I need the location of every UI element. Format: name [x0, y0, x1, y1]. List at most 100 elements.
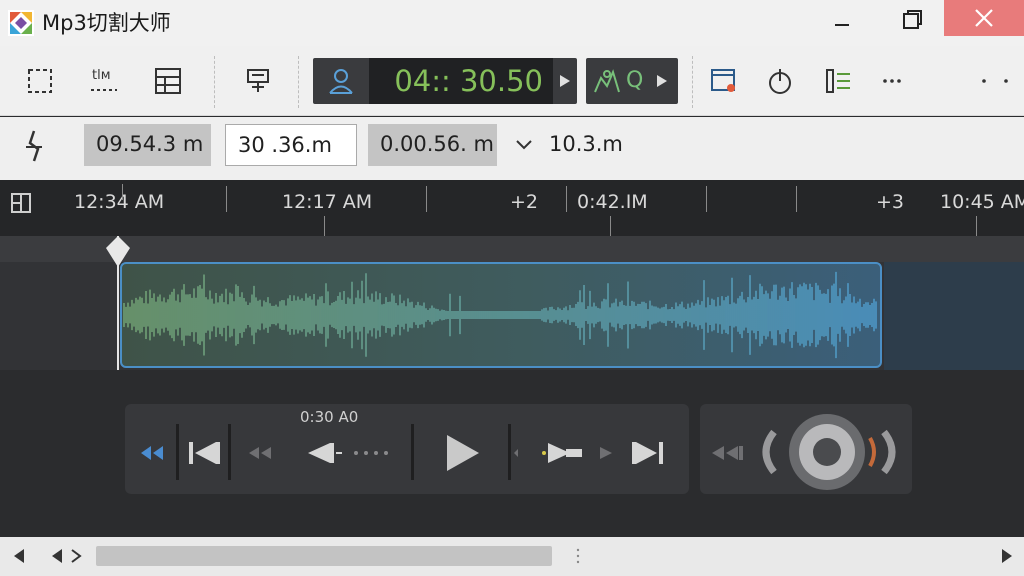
- skip-start-icon: [189, 442, 220, 464]
- ruler-label: 12:34 AM: [74, 191, 165, 213]
- mode-label: Q: [626, 68, 644, 93]
- window-search-button[interactable]: [706, 64, 742, 98]
- volume-down-icon: [712, 446, 743, 460]
- layout-button[interactable]: [150, 64, 186, 98]
- overflow-icon: [982, 79, 1008, 83]
- rewind-button[interactable]: [136, 426, 168, 480]
- previous-mark-button[interactable]: [244, 426, 280, 480]
- app-title: Mp3切割大师: [42, 11, 171, 35]
- cut-right-button[interactable]: [514, 426, 584, 480]
- list-button[interactable]: [820, 64, 856, 98]
- previous-mark-icon: [249, 447, 271, 459]
- end-time-field[interactable]: 0.00.56. m: [368, 124, 497, 166]
- ruler-label: 0:42.IM: [577, 191, 648, 213]
- close-button[interactable]: [944, 0, 1024, 36]
- minimize-button[interactable]: [808, 0, 876, 40]
- scroll-grip-icon: [576, 548, 580, 564]
- scroll-right-icon[interactable]: [1000, 548, 1014, 564]
- chevron-down-icon: [516, 140, 532, 150]
- skip-start-button[interactable]: [184, 426, 224, 480]
- rewind-icon: [141, 446, 163, 460]
- overflow-button[interactable]: [976, 64, 1012, 98]
- ruler-tick: [976, 216, 977, 236]
- close-icon: [975, 9, 993, 27]
- marker-button[interactable]: [20, 129, 48, 163]
- dotted-range-button[interactable]: [352, 426, 390, 480]
- more-icon: [883, 79, 901, 83]
- skip-end-button[interactable]: [626, 426, 670, 480]
- length-field[interactable]: 30 .36.m: [225, 124, 357, 166]
- toolbar-separator: [214, 56, 215, 108]
- ruler-tick: [706, 186, 707, 212]
- mode-group[interactable]: Q: [586, 58, 678, 104]
- time-group: 04:: 30.50: [313, 58, 577, 104]
- list-icon: [826, 69, 850, 93]
- timer-icon: [769, 69, 791, 94]
- ruler-label: +3: [876, 191, 905, 213]
- ruler-tick: [566, 186, 567, 212]
- ruler-label: 10:45 AM: [940, 191, 1024, 213]
- transport-divider: [508, 424, 511, 480]
- next-mark-button[interactable]: [594, 426, 618, 480]
- ruler-tick: [610, 216, 611, 236]
- play-icon: [447, 435, 479, 471]
- time-dropdown-button[interactable]: [553, 58, 577, 104]
- time-label-button[interactable]: tlм: [86, 64, 122, 98]
- selection-icon: [28, 69, 52, 93]
- ruler-tick: [122, 184, 123, 200]
- skip-end-icon: [632, 442, 663, 464]
- playhead-handle-icon[interactable]: [104, 234, 132, 268]
- volume-knob-icon[interactable]: [754, 410, 904, 494]
- ruler-tick: [226, 186, 227, 212]
- horizontal-scrollbar[interactable]: [0, 537, 1024, 576]
- toolbar: tlм 04:: 30.50 Q: [0, 46, 1024, 116]
- start-time-field[interactable]: 09.54.3 m: [84, 124, 211, 166]
- svg-text:tlм: tlм: [92, 68, 111, 83]
- title-bar: Mp3切割大师: [0, 0, 1024, 46]
- selection-tool-button[interactable]: [22, 64, 58, 98]
- extra-value: 10.3.m: [549, 132, 623, 156]
- person-icon: [329, 69, 353, 94]
- ruler-label: +2: [510, 191, 539, 213]
- marker-icon: [26, 130, 42, 162]
- transport-divider: [228, 424, 231, 480]
- app-logo-icon: [8, 10, 34, 36]
- scroll-thumb[interactable]: [96, 546, 552, 566]
- next-mark-icon: [600, 447, 612, 459]
- more-button[interactable]: [874, 64, 910, 98]
- export-icon: [247, 69, 269, 92]
- volume-down-button[interactable]: [706, 426, 746, 480]
- cut-right-icon: [514, 443, 582, 463]
- field-bar: 09.54.3 m 30 .36.m 0.00.56. m 10.3.m: [0, 117, 1024, 180]
- ruler-tick: [324, 216, 325, 236]
- cut-left-icon: [308, 443, 342, 463]
- time-display: 04:: 30.50: [369, 58, 553, 104]
- maximize-button[interactable]: [878, 0, 946, 40]
- waveform: [123, 271, 877, 359]
- timer-button[interactable]: [762, 64, 798, 98]
- ruler-tick: [796, 186, 797, 212]
- user-button[interactable]: [323, 66, 359, 96]
- play-arrow-icon: [560, 75, 570, 87]
- ruler-label: 12:17 AM: [282, 191, 373, 213]
- transport-divider: [176, 424, 179, 480]
- maximize-icon: [903, 10, 922, 29]
- track-unselected-region[interactable]: [884, 262, 1024, 370]
- export-button[interactable]: [240, 64, 276, 98]
- waveform-icon: [594, 69, 620, 93]
- toolbar-separator: [298, 56, 299, 108]
- scroll-left-icon[interactable]: [12, 548, 26, 564]
- time-label-icon: tlм: [91, 68, 117, 91]
- timeline-ruler[interactable]: 12:34 AM 12:17 AM +2 0:42.IM +3 10:45 AM: [0, 180, 1024, 236]
- ruler-grid-icon[interactable]: [10, 192, 32, 214]
- cut-left-button[interactable]: [302, 426, 342, 480]
- ruler-tick: [426, 186, 427, 212]
- window-search-icon: [711, 69, 735, 92]
- scroll-step-icon[interactable]: [50, 548, 84, 564]
- extra-dropdown-button[interactable]: [514, 135, 534, 155]
- play-button[interactable]: [436, 426, 486, 480]
- transport-divider: [411, 424, 414, 480]
- minimize-icon: [835, 24, 849, 26]
- toolbar-separator: [692, 56, 693, 108]
- selection-region[interactable]: [120, 262, 882, 368]
